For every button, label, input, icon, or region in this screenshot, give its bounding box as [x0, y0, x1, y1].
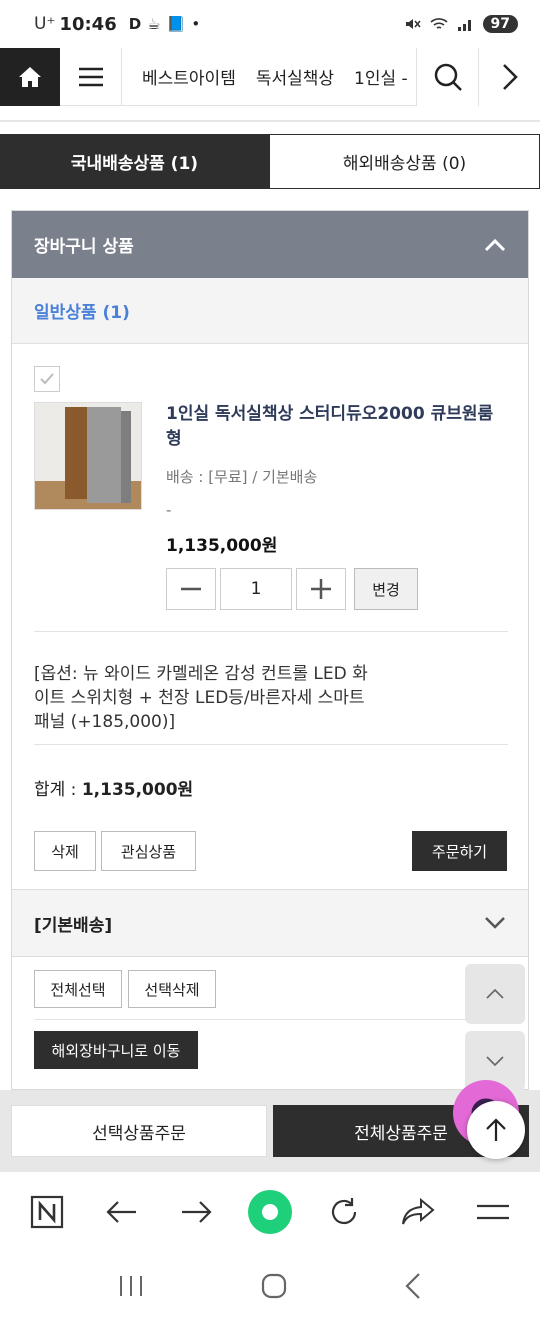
check-icon [40, 373, 54, 385]
nav-next-button[interactable] [478, 48, 540, 106]
app-icon: 📘 [166, 15, 186, 33]
move-overseas-button[interactable]: 해외장바구니로 이동 [34, 1031, 198, 1069]
tab-domestic[interactable]: 국내배송상품 (1) [0, 134, 269, 189]
divider [34, 744, 508, 745]
product-price: 1,135,000원 [166, 536, 278, 556]
share-icon [402, 1198, 435, 1225]
home-circle-icon[interactable] [261, 1273, 287, 1299]
order-selected-button[interactable]: 선택상품주문 [11, 1105, 267, 1157]
status-bar: U⁺ 10:46 D ☕ 📘 • 97 [0, 0, 540, 48]
naver-home-button[interactable] [24, 1189, 70, 1235]
product-info: 1인실 독서실책상 스터디듀오2000 큐브원룸형 배송 : [무료] / 기본… [166, 402, 506, 610]
top-navigation: 베스트아이템 독서실책상 1인실 - [0, 48, 540, 106]
group-header: 일반상품 (1) [12, 278, 528, 344]
chevron-up-icon [486, 989, 504, 999]
menu-icon [476, 1204, 509, 1220]
search-button[interactable] [416, 48, 478, 106]
nav-link-single[interactable]: 1인실 - [354, 64, 408, 89]
cart-panel: 장바구니 상품 일반상품 (1) 1인실 독서실책상 스터디듀오2000 큐브원… [11, 210, 529, 1090]
divider [0, 120, 540, 122]
nav-link-best[interactable]: 베스트아이템 [142, 64, 236, 89]
select-all-button[interactable]: 전체선택 [34, 970, 122, 1008]
back-button[interactable] [99, 1189, 145, 1235]
divider [34, 1019, 508, 1020]
decrease-button[interactable] [166, 568, 216, 610]
total-value: 1,135,000원 [81, 780, 194, 800]
home-icon [19, 67, 41, 87]
green-dot-button[interactable] [247, 1190, 292, 1234]
menu-button[interactable] [60, 48, 122, 106]
forward-button[interactable] [173, 1189, 219, 1235]
product-image[interactable] [34, 402, 142, 510]
minus-icon [181, 587, 201, 591]
change-quantity-button[interactable]: 변경 [354, 568, 418, 610]
clock: 10:46 [59, 13, 117, 35]
battery-indicator: 97 [482, 15, 518, 33]
recent-apps-icon[interactable] [118, 1274, 144, 1298]
item-total: 합계 : 1,135,000원 [34, 775, 193, 800]
quantity-stepper: 1 변경 [166, 568, 506, 610]
chevron-right-icon [502, 64, 518, 90]
chevron-down-icon [486, 1056, 504, 1066]
chevron-down-icon [485, 917, 505, 929]
signal-icon [457, 20, 471, 31]
carrier-label: U⁺ [34, 14, 56, 34]
shipping-group-header[interactable]: [기본배송] [12, 889, 528, 957]
arrow-left-icon [106, 1201, 136, 1223]
shipping-info: 배송 : [무료] / 기본배송 [166, 468, 318, 486]
total-label: 합계 : [34, 780, 82, 800]
arrow-up-icon [486, 1118, 506, 1141]
order-item-button[interactable]: 주문하기 [412, 831, 507, 871]
notification-icons: D ☕ 📘 • [129, 15, 200, 33]
more-dot-icon: • [191, 15, 201, 33]
coffee-icon: ☕ [147, 15, 161, 33]
nav-link-desk[interactable]: 독서실책상 [256, 64, 334, 89]
hamburger-icon [78, 67, 103, 87]
reload-button[interactable] [321, 1189, 367, 1235]
browser-menu-button[interactable] [470, 1189, 516, 1235]
naver-icon [31, 1195, 64, 1229]
system-navigation [0, 1252, 540, 1320]
browser-toolbar [0, 1172, 540, 1252]
item-checkbox[interactable] [34, 366, 60, 392]
product-name[interactable]: 1인실 독서실책상 스터디듀오2000 큐브원룸형 [166, 402, 506, 452]
delete-button[interactable]: 삭제 [34, 831, 96, 871]
option-placeholder: - [166, 501, 172, 519]
group-label: 일반상품 (1) [34, 303, 130, 323]
category-links: 베스트아이템 독서실책상 1인실 - [122, 48, 416, 105]
increase-button[interactable] [296, 568, 346, 610]
share-button[interactable] [395, 1189, 441, 1235]
wishlist-button[interactable]: 관심상품 [101, 831, 196, 871]
back-icon[interactable] [404, 1272, 422, 1300]
cart-item: 1인실 독서실책상 스터디듀오2000 큐브원룸형 배송 : [무료] / 기본… [12, 344, 528, 888]
chevron-up-icon [484, 238, 506, 251]
search-icon [434, 63, 462, 91]
delete-selected-button[interactable]: 선택삭제 [128, 970, 216, 1008]
reload-icon [331, 1198, 356, 1225]
cart-header[interactable]: 장바구니 상품 [12, 211, 528, 278]
arrow-right-icon [182, 1201, 212, 1223]
scroll-up-button[interactable] [465, 964, 525, 1024]
mute-icon [405, 19, 421, 29]
wifi-icon [429, 18, 448, 29]
option-text: [옵션: 뉴 와이드 카멜레온 감성 컨트롤 LED 화이트 스위치형 + 천장… [34, 664, 368, 732]
cart-title: 장바구니 상품 [34, 237, 134, 257]
shipping-group-label: [기본배송] [34, 915, 113, 936]
divider [34, 631, 508, 632]
tab-overseas[interactable]: 해외배송상품 (0) [269, 134, 540, 189]
plus-icon [311, 579, 331, 599]
dot-icon [261, 1204, 278, 1220]
scroll-top-button[interactable] [467, 1101, 525, 1159]
shipping-tabs: 국내배송상품 (1) 해외배송상품 (0) [0, 134, 540, 189]
quantity-input[interactable]: 1 [220, 568, 292, 610]
home-button[interactable] [0, 48, 60, 106]
d-app-icon: D [128, 15, 142, 33]
